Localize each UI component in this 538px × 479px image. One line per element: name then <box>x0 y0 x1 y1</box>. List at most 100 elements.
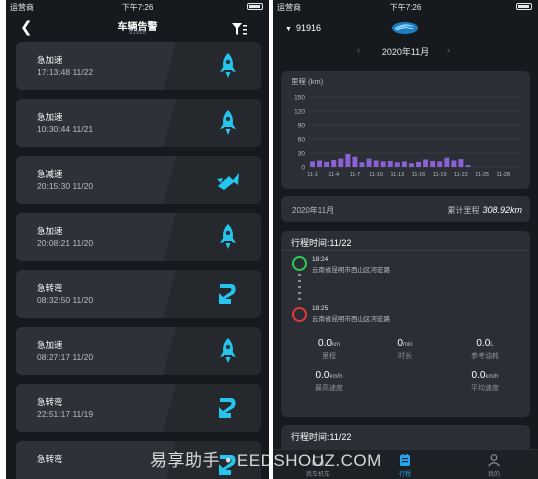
bar <box>359 162 365 167</box>
trip-divider <box>281 250 530 251</box>
alert-card[interactable]: 急加速 10:30:44 11/21 <box>16 99 261 147</box>
end-address: 云南省昆明市西山区河宏路 <box>312 316 390 323</box>
alert-type: 急转弯 <box>37 454 63 464</box>
rocket-icon <box>215 109 241 137</box>
tab-trips[interactable]: 行程 <box>380 453 430 478</box>
bar <box>373 160 379 167</box>
rocket-icon <box>215 337 241 365</box>
route-line <box>298 274 301 304</box>
watermark-text: 易享助手 • EEDSHOUZ.COM <box>150 451 382 470</box>
alert-card[interactable]: 急加速 20:08:21 11/20 <box>16 213 261 261</box>
alert-card[interactable]: 急加速 17:13:48 11/22 <box>16 42 261 90</box>
bar <box>387 160 393 167</box>
start-address: 云南省昆明市西山区河宏路 <box>312 267 390 274</box>
status-bar: 运营商 下午7:26 <box>273 0 538 14</box>
nav-header: ❮ 车辆告警 91916 <box>6 14 269 42</box>
alert-card[interactable]: 急减速 20:15:30 11/20 <box>16 156 261 204</box>
alert-time: 17:13:48 11/22 <box>37 67 94 77</box>
x-tick-label: 11-28 <box>496 172 510 178</box>
bar <box>437 161 443 167</box>
turn-icon <box>215 394 241 422</box>
alert-time: 20:08:21 11/20 <box>37 238 94 248</box>
stat-unit: L <box>490 342 494 348</box>
alert-type: 急减速 <box>37 169 63 179</box>
total-mileage: 累计里程 308.92km <box>447 205 522 216</box>
person-icon <box>488 454 500 467</box>
bar <box>331 160 337 167</box>
stat-fuel: 0.0L 参考油耗 <box>445 338 525 361</box>
bar <box>324 161 330 167</box>
x-tick-label: 11-25 <box>475 172 489 178</box>
bar <box>401 161 407 167</box>
battery-icon <box>516 3 532 10</box>
next-month-button[interactable]: › <box>447 45 450 55</box>
tab-profile[interactable]: 我的 <box>469 453 519 478</box>
stat-value: 0.0 <box>476 338 491 349</box>
y-tick-label: 150 <box>294 95 305 102</box>
rocket-icon <box>215 52 241 80</box>
status-bar: 运营商 下午7:26 <box>6 0 269 14</box>
battery-icon <box>247 3 263 10</box>
bar <box>423 159 429 167</box>
alert-type: 急加速 <box>37 112 63 122</box>
bar <box>345 153 351 167</box>
stat-unit: km <box>331 342 340 348</box>
mileage-chart-svg: 里程 (km) 0 30 60 90 120 150 11-1 11-4 11-7 11-10 11-… <box>291 77 521 178</box>
bar <box>352 156 358 167</box>
x-tick-label: 11-22 <box>454 172 468 178</box>
stat-value: 0.0 <box>318 338 332 349</box>
tab-label: 行程 <box>398 472 411 478</box>
vehicle-id: 91916 <box>295 23 321 33</box>
x-tick-label: 11-13 <box>390 172 404 178</box>
turn-icon <box>215 280 241 308</box>
total-mileage-value: 308.92km <box>482 205 522 215</box>
alert-card[interactable]: 急转弯 08:32:50 11/20 <box>16 270 261 318</box>
start-time: 18:24 <box>312 256 329 263</box>
vehicle-selector[interactable]: ▼ 91916 <box>285 23 321 33</box>
trips-screen: 运营商 下午7:26 ▼ 91916 ‹ 2020年11月 › 里程 (km) 0 3… <box>273 0 538 479</box>
end-time: 18:25 <box>312 305 329 312</box>
x-tick-label: 11-19 <box>433 172 447 178</box>
stat-label: 参考油耗 <box>471 353 499 360</box>
x-tick-label: 11-7 <box>350 172 361 178</box>
stat-unit: min <box>402 342 413 348</box>
trip-title: 行程时间:11/22 <box>291 238 352 248</box>
summary-month: 2020年11月 <box>292 206 335 215</box>
x-tick-label: 11-1 <box>307 172 318 178</box>
alert-time: 10:30:44 11/21 <box>37 124 94 134</box>
vehicle-subtitle: 91916 <box>129 30 146 36</box>
alerts-screen: 运营商 下午7:26 ❮ 车辆告警 91916 急加速 17:13:48 11/2… <box>6 0 269 479</box>
bar <box>465 165 471 167</box>
bar <box>310 161 316 167</box>
trip-card[interactable]: 行程时间:11/22 18:24 云南省昆明市西山区河宏路 18:25 云南省昆… <box>281 231 530 417</box>
stat-label: 时长 <box>398 353 412 360</box>
tab-label: 我的 <box>487 472 500 478</box>
stat-label: 平均速度 <box>471 385 499 392</box>
alert-list: 急加速 17:13:48 11/22 急加速 10:30:44 11/21 急减速 20:… <box>6 42 269 479</box>
bar <box>338 158 344 167</box>
stat-unit: km/h <box>329 374 343 380</box>
trips-header: ▼ 91916 <box>273 14 538 42</box>
alert-card[interactable]: 急转弯 22:51:17 11/19 <box>16 384 261 432</box>
month-summary: 2020年11月 累计里程 308.92km <box>281 196 530 222</box>
filter-icon[interactable] <box>231 22 247 36</box>
alert-type: 急转弯 <box>37 283 63 293</box>
brand-logo <box>392 22 418 34</box>
alert-type: 急加速 <box>37 226 63 236</box>
trip-icon <box>400 454 410 466</box>
end-point-icon <box>292 307 307 322</box>
alert-time: 08:32:50 11/20 <box>37 295 94 305</box>
y-tick-label: 60 <box>298 137 306 144</box>
x-tick-label: 11-16 <box>412 172 426 178</box>
bar <box>451 160 457 167</box>
y-tick-label: 0 <box>301 165 305 172</box>
alert-time: 20:15:30 11/20 <box>37 181 94 191</box>
y-tick-label: 120 <box>294 109 305 116</box>
stat-value: 0.0 <box>315 370 330 381</box>
x-tick-label: 11-10 <box>369 172 383 178</box>
bar <box>416 161 422 167</box>
status-time: 下午7:26 <box>389 3 422 12</box>
bar <box>366 158 372 167</box>
alert-card[interactable]: 急加速 08:27:17 11/20 <box>16 327 261 375</box>
bar <box>317 160 323 167</box>
